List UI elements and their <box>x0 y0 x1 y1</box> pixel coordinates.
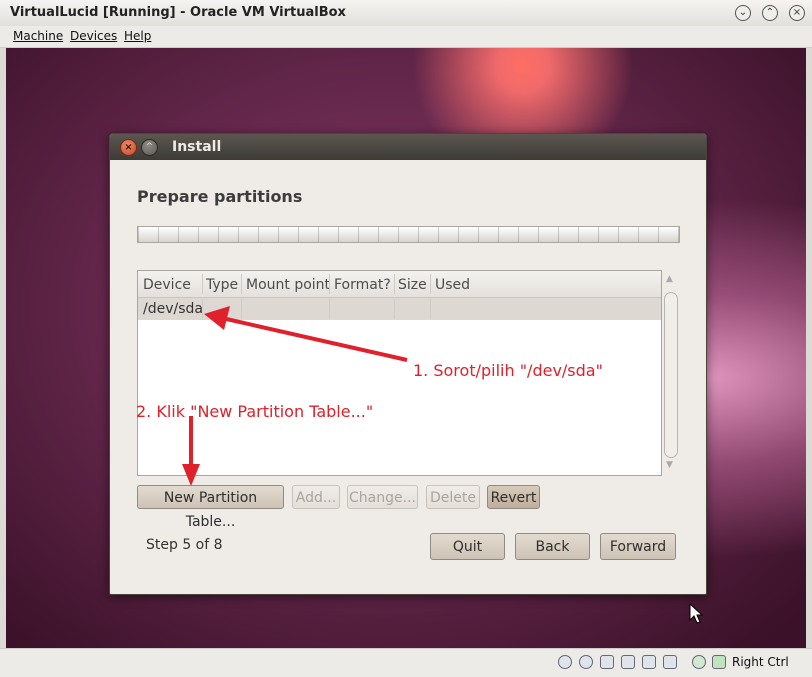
window-titlebar: VirtualLucid [Running] - Oracle VM Virtu… <box>0 0 812 27</box>
arrow-2-head <box>182 464 200 486</box>
maximize-icon[interactable]: ⌃ <box>762 5 778 21</box>
menu-help[interactable]: Help <box>124 29 151 43</box>
window-title: VirtualLucid [Running] - Oracle VM Virtu… <box>10 5 346 20</box>
menu-machine[interactable]: Machine <box>13 29 63 43</box>
network-icon[interactable] <box>621 655 635 669</box>
annotation-note-2: 2. Klik "New Partition Table..." <box>136 402 374 421</box>
close-icon[interactable]: × <box>789 5 805 21</box>
keyboard-capture-icon[interactable] <box>712 655 726 669</box>
optical-drive-icon[interactable] <box>579 655 593 669</box>
mouse-integration-icon[interactable] <box>692 655 706 669</box>
mouse-cursor-icon <box>689 603 703 624</box>
arrow-1-shaft <box>221 316 408 362</box>
annotation-note-1: 1. Sorot/pilih "/dev/sda" <box>413 361 603 380</box>
menu-devices[interactable]: Devices <box>70 29 117 43</box>
usb-icon[interactable] <box>600 655 614 669</box>
annotation-arrows <box>182 306 408 486</box>
host-key-label: Right Ctrl <box>732 655 789 669</box>
arrow-1-head <box>204 306 230 330</box>
statusbar: Right Ctrl <box>0 648 812 677</box>
display-icon[interactable] <box>663 655 677 669</box>
shared-folders-icon[interactable] <box>642 655 656 669</box>
minimize-icon[interactable]: ⌄ <box>735 5 751 21</box>
hard-disk-icon[interactable] <box>558 655 572 669</box>
guest-screen: × ^ Install Prepare partitions Device Ty… <box>6 48 806 648</box>
menubar: Machine Devices Help <box>0 26 812 48</box>
